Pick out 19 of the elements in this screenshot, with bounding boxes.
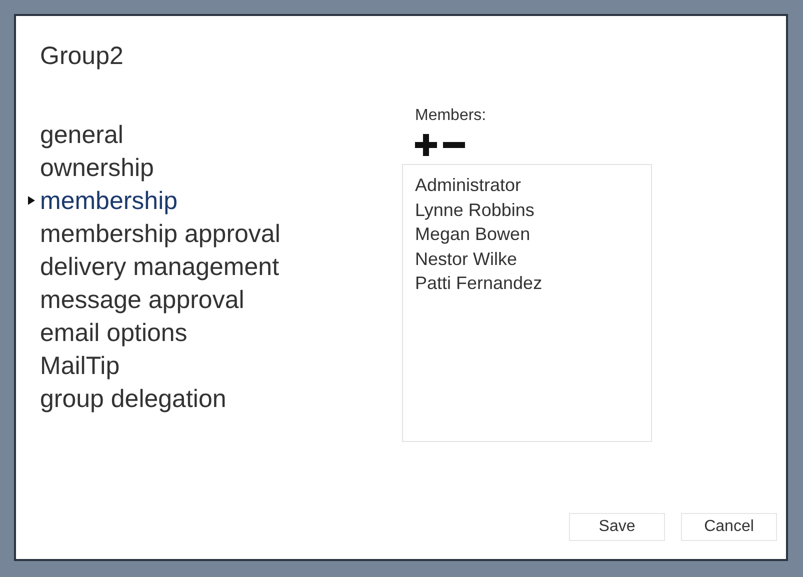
dialog-title: Group2: [40, 41, 124, 72]
nav-link[interactable]: MailTip: [40, 350, 120, 380]
nav-link[interactable]: membership approval: [40, 218, 280, 248]
member-item[interactable]: Megan Bowen: [415, 222, 639, 246]
nav-link[interactable]: message approval: [40, 284, 244, 314]
member-item[interactable]: Lynne Robbins: [415, 198, 639, 222]
nav-link[interactable]: membership: [40, 186, 178, 216]
member-item[interactable]: Nestor Wilke: [415, 246, 639, 271]
nav-link[interactable]: delivery management: [40, 252, 280, 282]
dialog-button[interactable]: Cancel: [681, 513, 777, 541]
dialog-button[interactable]: Save: [569, 513, 665, 541]
member-item[interactable]: Patti Fernandez: [415, 271, 639, 296]
member-item[interactable]: Administrator: [415, 173, 639, 198]
nav-link[interactable]: email options: [40, 318, 188, 348]
members-label: Members:: [415, 106, 488, 126]
nav-link[interactable]: ownership: [40, 152, 154, 182]
add-icon[interactable]: [415, 134, 437, 156]
nav-link[interactable]: general: [40, 120, 124, 150]
nav-link[interactable]: group delegation: [40, 384, 226, 414]
